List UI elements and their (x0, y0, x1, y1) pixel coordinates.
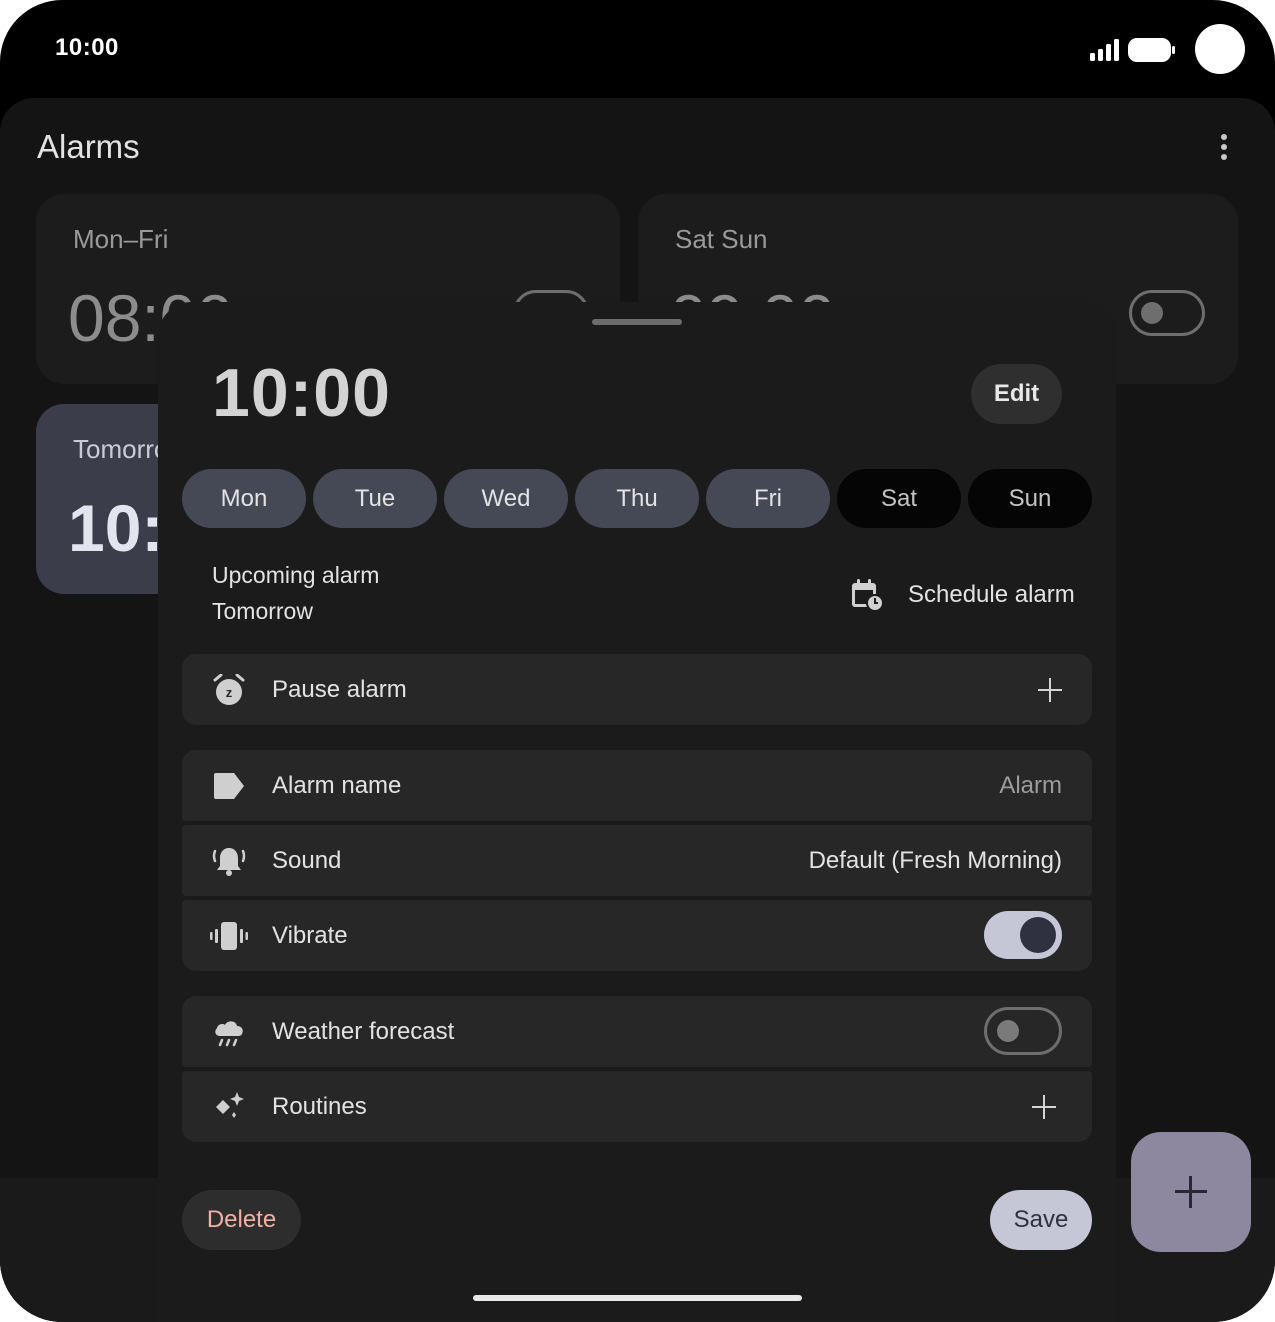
upcoming-alarm-value: Tomorrow (212, 598, 313, 624)
svg-text:z: z (226, 685, 233, 700)
bell-ringing-icon (212, 848, 246, 876)
vibrate-row[interactable]: Vibrate (182, 900, 1092, 971)
add-alarm-button[interactable] (1131, 1132, 1251, 1252)
alarm-name-value: Alarm (999, 772, 1062, 799)
device-frame: 10:00 Alarms Mon–Fri 08:00 Sat Sun 09:00 (0, 0, 1275, 1322)
sparkle-icon (216, 1092, 244, 1118)
status-time: 10:00 (55, 34, 119, 61)
pause-alarm-label: Pause alarm (272, 676, 407, 703)
day-sun[interactable]: Sun (968, 469, 1092, 528)
pause-alarm-row[interactable]: z Pause alarm (182, 654, 1092, 725)
battery-icon (1128, 38, 1175, 62)
alarm-edit-sheet: 10:00 Edit Mon Tue Wed Thu Fri Sat Sun U… (158, 302, 1116, 1322)
drag-handle[interactable] (592, 319, 682, 325)
day-fri[interactable]: Fri (706, 469, 830, 528)
alarm-card-toggle[interactable] (1129, 290, 1205, 336)
plus-icon[interactable] (1038, 678, 1062, 702)
page-title: Alarms (37, 128, 140, 165)
sound-row[interactable]: Sound Default (Fresh Morning) (182, 825, 1092, 896)
day-tue[interactable]: Tue (313, 469, 437, 528)
camera-cutout (1195, 24, 1245, 74)
more-options-icon[interactable] (1210, 132, 1238, 162)
home-indicator[interactable] (473, 1295, 802, 1301)
weather-forecast-label: Weather forecast (272, 1018, 455, 1045)
weather-rain-icon (215, 1021, 243, 1047)
signal-icon (1090, 39, 1119, 61)
calendar-clock-icon (852, 579, 884, 612)
schedule-alarm-button[interactable]: Schedule alarm (850, 576, 1090, 616)
day-mon[interactable]: Mon (182, 469, 306, 528)
alarm-name-label: Alarm name (272, 772, 402, 799)
delete-button[interactable]: Delete (182, 1190, 301, 1250)
alarm-time[interactable]: 10:00 (212, 354, 391, 432)
day-thu[interactable]: Thu (575, 469, 699, 528)
schedule-alarm-label: Schedule alarm (908, 581, 1075, 608)
alarm-card-days: Mon–Fri (73, 224, 169, 254)
upcoming-alarm-label: Upcoming alarm (212, 562, 380, 588)
vibrate-toggle[interactable] (984, 911, 1062, 959)
edit-button[interactable]: Edit (971, 364, 1062, 424)
alarm-snooze-icon: z (213, 674, 245, 705)
alarm-card-days: Sat Sun (675, 224, 768, 254)
vibrate-label: Vibrate (272, 922, 348, 949)
save-button[interactable]: Save (990, 1190, 1092, 1250)
day-wed[interactable]: Wed (444, 469, 568, 528)
weather-forecast-row[interactable]: Weather forecast (182, 996, 1092, 1067)
weather-forecast-toggle[interactable] (984, 1007, 1062, 1055)
alarm-name-row[interactable]: Alarm name Alarm (182, 750, 1092, 821)
plus-icon[interactable] (1032, 1095, 1056, 1119)
routines-row[interactable]: Routines (182, 1071, 1092, 1142)
day-selector: Mon Tue Wed Thu Fri Sat Sun (182, 469, 1092, 528)
routines-label: Routines (272, 1093, 367, 1120)
sound-value: Default (Fresh Morning) (808, 847, 1062, 874)
label-tag-icon (214, 773, 244, 799)
vibrate-icon (210, 922, 248, 950)
sound-label: Sound (272, 847, 342, 874)
day-sat[interactable]: Sat (837, 469, 961, 528)
status-bar: 10:00 (0, 0, 1275, 98)
